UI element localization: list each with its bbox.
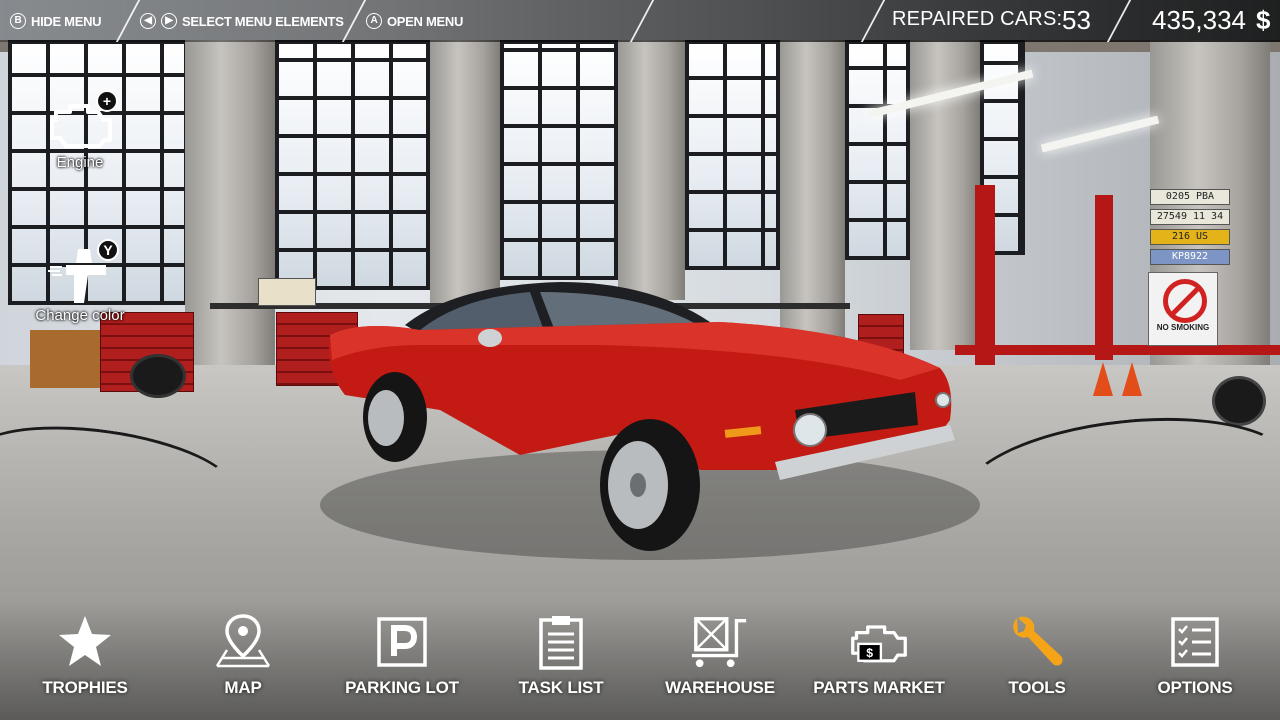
menu-label: TASK LIST <box>518 678 604 697</box>
menu-tools[interactable]: TOOLS <box>962 612 1112 712</box>
quick-engine-label: Engine <box>56 154 104 171</box>
repaired-cars-value: 53 <box>1062 5 1091 35</box>
quick-engine[interactable]: + Engine <box>30 90 130 171</box>
currency-symbol: $ <box>1256 5 1271 35</box>
menu-label: MAP <box>224 678 262 697</box>
parts-market-icon: $ <box>849 612 909 672</box>
hint-label: HIDE MENU <box>31 13 102 29</box>
menu-parts-market[interactable]: $ PARTS MARKET <box>804 612 954 712</box>
menu-map[interactable]: MAP <box>168 612 318 712</box>
menu-parking-lot[interactable]: PARKING LOT <box>327 612 477 712</box>
divider <box>1106 0 1132 42</box>
clipboard-icon <box>531 612 591 672</box>
menu-label: PARTS MARKET <box>813 678 945 697</box>
menu-options[interactable]: OPTIONS <box>1120 612 1270 712</box>
star-icon <box>55 612 115 672</box>
divider <box>115 0 141 42</box>
map-pin-icon <box>213 612 273 672</box>
a-button-icon: A <box>366 13 382 29</box>
menu-label: PARKING LOT <box>345 678 459 697</box>
menu-label: WAREHOUSE <box>665 678 775 697</box>
svg-text:$: $ <box>866 646 873 660</box>
add-badge: + <box>96 90 118 112</box>
menu-warehouse[interactable]: WAREHOUSE <box>645 612 795 712</box>
quick-change-color-label: Change color <box>35 307 125 324</box>
divider <box>629 0 655 42</box>
hint-label: OPEN MENU <box>387 13 464 29</box>
money-value: 435,334 <box>1152 5 1246 35</box>
top-hud: B HIDE MENU ◀ ▶ SELECT MENU ELEMENTS A O… <box>0 0 1280 42</box>
hint-label: SELECT MENU ELEMENTS <box>182 13 344 29</box>
divider <box>860 0 886 42</box>
hint-select-menu-elements[interactable]: ◀ ▶ SELECT MENU ELEMENTS <box>140 11 344 31</box>
menu-task-list[interactable]: TASK LIST <box>486 612 636 712</box>
right-button-icon: ▶ <box>161 13 177 29</box>
left-button-icon: ◀ <box>140 13 156 29</box>
repaired-cars-label: REPAIRED CARS: <box>892 8 1063 30</box>
wrench-icon <box>1007 612 1067 672</box>
quick-change-color[interactable]: Y Change color <box>25 239 135 324</box>
hint-open-menu[interactable]: A OPEN MENU <box>366 11 463 31</box>
y-button-badge: Y <box>97 239 119 261</box>
menu-label: TROPHIES <box>42 678 128 697</box>
checklist-icon <box>1165 612 1225 672</box>
divider <box>341 0 367 42</box>
menu-trophies[interactable]: TROPHIES <box>10 612 160 712</box>
hint-hide-menu[interactable]: B HIDE MENU <box>10 11 102 31</box>
menu-label: TOOLS <box>1008 678 1066 697</box>
warehouse-cart-icon <box>690 612 750 672</box>
menu-label: OPTIONS <box>1157 678 1233 697</box>
b-button-icon: B <box>10 13 26 29</box>
parking-icon <box>372 612 432 672</box>
